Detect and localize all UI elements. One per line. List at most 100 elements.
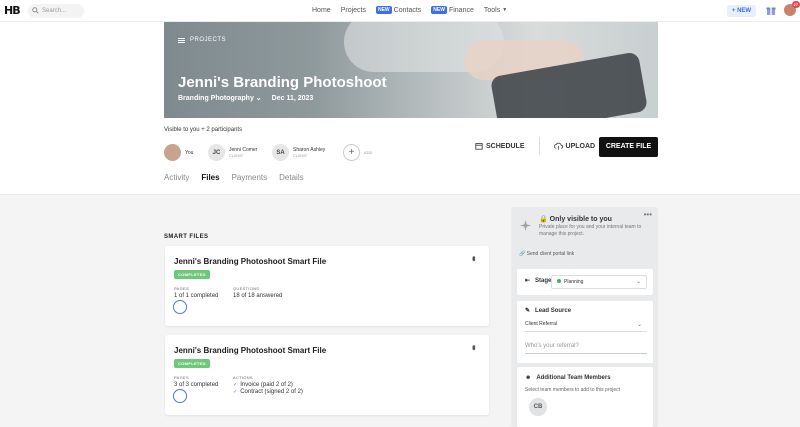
visibility-text: Visible to you + 2 participants (164, 127, 243, 133)
private-title-label: Only visible to you (549, 216, 612, 223)
search-icon (32, 7, 39, 14)
private-title: 🔒 Only visible to you (539, 215, 612, 223)
stage-select[interactable]: Planning ⌄ (551, 275, 647, 289)
team-members-description: Select team members to add to this proje… (525, 387, 621, 393)
new-button[interactable]: + NEW (727, 5, 756, 17)
participant-role: CLIENT (293, 153, 308, 158)
check-icon: ✓ (233, 382, 238, 388)
menu-icon (178, 37, 185, 43)
questions-label: QUESTIONS (233, 286, 260, 291)
calendar-icon (475, 143, 483, 150)
new-badge: NEW (431, 6, 447, 14)
notification-badge: 27 (791, 1, 800, 8)
gift-icon[interactable] (766, 5, 776, 16)
section-heading: SMART FILES (164, 234, 209, 240)
status-badge: COMPLETED (174, 359, 210, 368)
add-label: ADD (364, 150, 373, 155)
action-item-label: Invoice (paid 2 of 2) (240, 382, 293, 388)
actions-label: ACTIONS (233, 375, 253, 380)
more-options-icon[interactable]: ••• (644, 210, 652, 219)
pages-label: PAGES (174, 286, 189, 291)
questions-stat: QUESTIONS 18 of 18 answered (233, 286, 282, 299)
upload-button[interactable]: UPLOAD (553, 142, 596, 150)
project-meta: Branding Photography ⌄ Dec 11, 2023 (178, 94, 314, 103)
more-options-icon[interactable]: ••• (469, 256, 479, 259)
chevron-down-icon: ⌄ (255, 95, 262, 102)
stage-label: ⇤ Stage (525, 277, 552, 285)
smart-file-card[interactable]: Jenni's Branding Photoshoot Smart File •… (165, 335, 489, 415)
schedule-button[interactable]: SCHEDULE (475, 142, 525, 150)
send-portal-link[interactable]: 🔗 Send client portal link (519, 251, 574, 257)
nav-link-finance[interactable]: NEW Finance (431, 6, 474, 14)
link-icon: 🔗 (519, 251, 526, 257)
new-badge: NEW (375, 6, 392, 14)
tab-files[interactable]: Files (201, 173, 219, 182)
cloud-upload-icon (553, 142, 563, 150)
participant-name: You (185, 149, 194, 156)
team-member-avatar[interactable]: CB (529, 398, 547, 416)
status-dot (557, 279, 561, 283)
tab-details[interactable]: Details (279, 173, 303, 182)
breadcrumb[interactable]: PROJECTS (178, 37, 226, 43)
chevron-down-icon: ▼ (502, 7, 508, 13)
stage-icon: ⇤ (525, 278, 531, 284)
participant-sharon[interactable]: SA Sharon Ashley CLIENT (272, 144, 325, 161)
pages-value: 1 of 1 completed (174, 293, 219, 299)
nav-link-tools[interactable]: Tools ▼ (484, 6, 507, 14)
nav-link-projects-label: Projects (340, 6, 366, 14)
nav-link-projects[interactable]: Projects (341, 6, 366, 14)
pages-stat: PAGES 3 of 3 completed (174, 375, 218, 388)
lead-source-box: ✎ Lead Source Client Referral ⌄ Who's yo… (517, 301, 653, 363)
project-type-label: Branding Photography (178, 95, 254, 102)
nav-links: Home Projects NEW Contacts NEW Finance Too… (312, 6, 507, 14)
actions-stat: ACTIONS ✓ Invoice (paid 2 of 2) ✓ Contract… (233, 375, 303, 395)
project-date[interactable]: Dec 11, 2023 (272, 95, 314, 102)
pages-value: 3 of 3 completed (174, 382, 219, 388)
lead-source-label: ✎ Lead Source (525, 307, 571, 315)
referral-input[interactable]: Who's your referral? (525, 343, 647, 354)
plus-icon: + (343, 144, 360, 161)
inbox-icon: ✎ (525, 308, 531, 314)
nav-link-home[interactable]: Home (312, 6, 331, 14)
tab-payments[interactable]: Payments (232, 173, 268, 182)
smart-file-title: Jenni's Branding Photoshoot Smart File (174, 346, 327, 355)
nav-link-contacts[interactable]: NEW Contacts (375, 6, 421, 14)
chevron-down-icon: ⌄ (636, 322, 642, 328)
participant-you[interactable]: You (164, 144, 193, 161)
smart-file-title: Jenni's Branding Photoshoot Smart File (174, 257, 327, 266)
progress-ring (173, 300, 187, 314)
participant-role: CLIENT (229, 153, 244, 158)
project-tabs: Activity Files Payments Details (164, 173, 304, 182)
action-item: ✓ Contract (signed 2 of 2) (233, 389, 303, 395)
nav-link-finance-label: Finance (448, 6, 474, 14)
lock-icon: 🔒 (539, 216, 548, 223)
team-members-label: ☻ Additional Team Members (525, 375, 611, 381)
search-input[interactable]: Search... (28, 4, 84, 18)
pages-label: PAGES (174, 375, 189, 380)
upload-label: UPLOAD (565, 142, 596, 150)
action-item-label: Contract (signed 2 of 2) (240, 389, 303, 395)
tab-activity[interactable]: Activity (164, 173, 189, 182)
nav-link-home-label: Home (312, 6, 331, 14)
logo[interactable]: HB (4, 4, 21, 17)
lead-source-value: Client Referral (525, 321, 557, 327)
action-item: ✓ Invoice (paid 2 of 2) (233, 382, 303, 388)
project-type-dropdown[interactable]: Branding Photography ⌄ (178, 94, 262, 102)
top-nav: HB Search... Home Projects NEW Contacts N… (0, 0, 800, 22)
user-avatar[interactable]: 27 (784, 1, 800, 16)
add-participant-button[interactable]: + ADD (343, 144, 372, 161)
avatar: SA (272, 144, 289, 161)
private-side-panel: ••• 🔒 Only visible to you Private place … (511, 207, 658, 427)
progress-ring (173, 389, 187, 403)
stage-value: Planning (564, 279, 584, 285)
pages-stat: PAGES 1 of 1 completed (174, 286, 218, 299)
nav-link-tools-label: Tools (483, 6, 501, 14)
participant-jenni[interactable]: JC Jenni Comer CLIENT (208, 144, 257, 161)
stage-label-text: Stage (535, 277, 552, 284)
lead-source-select[interactable]: Client Referral ⌄ (525, 321, 647, 332)
smart-file-card[interactable]: Jenni's Branding Photoshoot Smart File •… (165, 246, 489, 326)
private-description: Private place for you and your internal … (539, 224, 642, 237)
more-options-icon[interactable]: ••• (469, 345, 479, 348)
schedule-label: SCHEDULE (486, 142, 525, 150)
create-file-button[interactable]: CREATE FILE (599, 137, 658, 157)
